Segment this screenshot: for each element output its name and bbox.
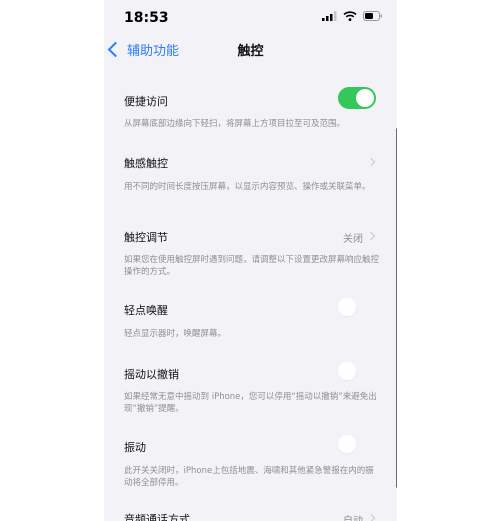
- shake-to-undo-toggle[interactable]: [338, 360, 376, 382]
- row-description: 用不同的时间长度按压屏幕，以显示内容预览、操作或关联菜单。: [124, 182, 371, 192]
- row-description: 轻点显示器时，唤醒屏幕。: [124, 329, 227, 339]
- battery-icon: [363, 11, 382, 21]
- status-icons: [322, 11, 383, 21]
- toggle-knob: [338, 362, 356, 380]
- chevron-right-icon: [366, 157, 376, 167]
- chevron-right-icon: [366, 231, 376, 241]
- row-title: 触感触控: [124, 157, 168, 170]
- status-time: 18:53: [124, 10, 169, 26]
- page-title: 触控: [237, 44, 264, 59]
- row-description: 此开关关闭时，iPhone上包括地震、海啸和其他紧急警报在内的振动将全部停用。: [124, 466, 374, 488]
- toggle-knob: [338, 435, 356, 453]
- wifi-icon: [343, 11, 357, 21]
- scroll-indicator[interactable]: [396, 128, 397, 488]
- toggle-knob: [356, 89, 374, 107]
- row-description: 如果您在使用触控屏时遇到问题，请调整以下设置更改屏幕响应触控操作的方式。: [124, 255, 380, 277]
- row-value: 自动: [343, 512, 363, 521]
- row-title: 摇动以撤销: [124, 368, 179, 381]
- chevron-right-icon: [366, 513, 376, 521]
- row-title: 音频通话方式: [124, 513, 190, 521]
- navigation-bar: 辅助功能 触控: [104, 34, 397, 66]
- row-title: 便捷访问: [124, 95, 168, 108]
- toggle-knob: [338, 298, 356, 316]
- reachability-toggle[interactable]: [338, 87, 376, 109]
- status-bar: 18:53: [104, 0, 397, 34]
- row-description: 从屏幕底部边缘向下轻扫，将屏幕上方项目拉至可及范围。: [124, 119, 346, 129]
- vibration-toggle[interactable]: [338, 433, 376, 455]
- row-description: 如果经常无意中摇动到 iPhone，您可以停用“摇动以撤销”来避免出现“撤销”提…: [124, 392, 377, 414]
- row-title: 振动: [124, 441, 146, 454]
- row-title: 轻点唤醒: [124, 304, 168, 317]
- cellular-signal-icon: [322, 11, 337, 21]
- tap-to-wake-toggle[interactable]: [338, 296, 376, 318]
- row-value: 关闭: [343, 234, 363, 245]
- row-title: 触控调节: [124, 231, 168, 244]
- phone-screen: 18:53 辅助功能 触控 便捷访问 从屏幕底部边缘向下轻扫，将屏幕上方项目拉至…: [104, 0, 397, 521]
